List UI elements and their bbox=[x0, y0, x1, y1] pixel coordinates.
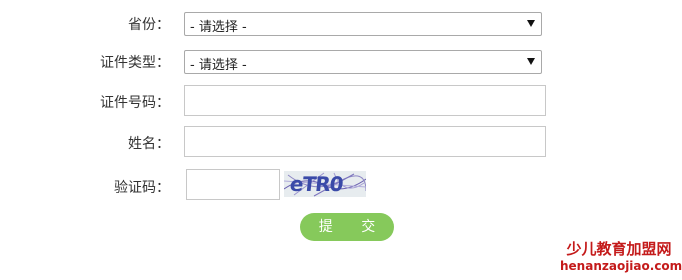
captcha-input[interactable] bbox=[186, 169, 280, 200]
name-input[interactable] bbox=[184, 126, 546, 157]
dropdown-arrow-icon bbox=[527, 58, 535, 65]
watermark-title: 少儿教育加盟网 bbox=[566, 240, 672, 258]
id-number-label: 证件号码： bbox=[100, 95, 170, 111]
captcha-image[interactable]: eTR0 bbox=[284, 171, 366, 197]
id-type-select[interactable]: - 请选择 - bbox=[184, 50, 542, 74]
province-select-value: - 请选择 - bbox=[190, 20, 247, 35]
captcha-label: 验证码： bbox=[114, 180, 170, 196]
province-select[interactable]: - 请选择 - bbox=[184, 12, 542, 36]
id-type-label: 证件类型： bbox=[100, 55, 170, 71]
id-type-select-value: - 请选择 - bbox=[190, 58, 247, 73]
captcha-text: eTR0 bbox=[288, 172, 344, 196]
watermark: 少儿教育加盟网 henanzaojiao.com bbox=[560, 240, 682, 274]
watermark-url: henanzaojiao.com bbox=[560, 259, 682, 273]
submit-button[interactable]: 提 交 bbox=[300, 213, 394, 241]
dropdown-arrow-icon bbox=[527, 20, 535, 27]
name-label: 姓名： bbox=[128, 136, 170, 152]
province-label: 省份： bbox=[128, 17, 170, 33]
id-number-input[interactable] bbox=[184, 85, 546, 116]
